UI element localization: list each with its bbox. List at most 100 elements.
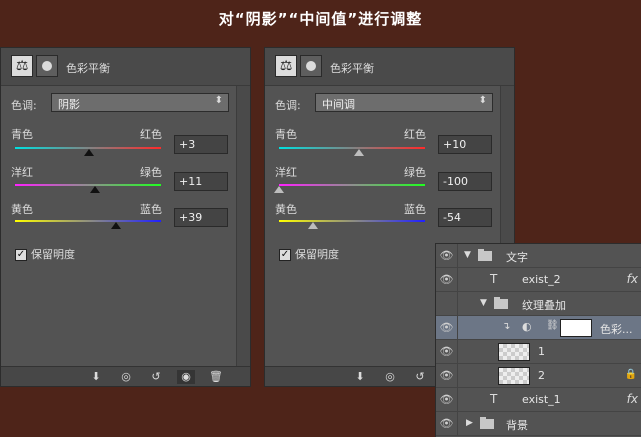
layer-name: exist_2 (522, 273, 561, 286)
slider-label-red: 红色 (404, 128, 426, 141)
layer-row-2[interactable]: 👁 2 🔒 (436, 364, 641, 388)
slider-label-green: 绿色 (140, 166, 162, 179)
layer-row-exist-1[interactable]: 👁 T exist_1 fx (436, 388, 641, 412)
text-layer-icon: T (490, 272, 498, 286)
balance-scale-icon[interactable]: ⚖ (275, 55, 297, 77)
clip-to-layer-button[interactable]: ⬇ (87, 370, 105, 384)
slider-label-cyan: 青色 (275, 128, 297, 141)
slider-label-red: 红色 (140, 128, 162, 141)
cyan-red-slider-knob[interactable] (84, 149, 95, 156)
eye-icon[interactable]: 👁 (436, 316, 458, 340)
tone-select[interactable]: 中间调 ⬍ (315, 93, 493, 112)
tone-label: 色调: (11, 99, 37, 112)
magenta-green-slider-track[interactable] (15, 184, 161, 186)
layer-name: 文字 (506, 251, 528, 264)
select-arrows-icon: ⬍ (214, 95, 223, 106)
folder-icon (478, 249, 492, 261)
slider-label-cyan: 青色 (11, 128, 33, 141)
preserve-luminosity-label: 保留明度 (31, 248, 75, 261)
mask-thumbnail[interactable] (560, 319, 592, 337)
clip-arrow-icon: ↴ (502, 321, 511, 332)
clip-to-layer-button[interactable]: ⬇ (351, 370, 369, 384)
view-previous-state-button[interactable]: ◎ (117, 370, 135, 384)
preserve-luminosity-label: 保留明度 (295, 248, 339, 261)
delete-button[interactable]: 🗑 (207, 370, 225, 384)
reset-button[interactable]: ↺ (147, 370, 165, 384)
folder-icon (494, 297, 508, 309)
layer-name: 纹理叠加 (522, 299, 566, 312)
expand-arrow-icon[interactable]: ▼ (480, 298, 487, 308)
magenta-green-value-input[interactable]: +11 (174, 172, 228, 191)
layer-row-group-text[interactable]: 👁 ▼ 文字 (436, 244, 641, 268)
tone-select-value: 中间调 (322, 98, 355, 111)
color-balance-panel-shadows: ⚖ 色彩平衡 色调: 阴影 ⬍ 青色 红色 +3 洋红 绿色 +11 黄色 蓝色… (0, 47, 251, 387)
layer-thumbnail[interactable] (498, 343, 530, 361)
magenta-green-slider-track[interactable] (279, 184, 425, 186)
lock-icon: 🔒 (624, 369, 637, 380)
effects-icon[interactable]: fx (627, 272, 638, 286)
yellow-blue-slider-knob[interactable] (110, 222, 121, 229)
checkmark-icon: ✓ (15, 249, 27, 261)
layer-row-exist-2[interactable]: 👁 T exist_2 fx (436, 268, 641, 292)
slider-label-green: 绿色 (404, 166, 426, 179)
tone-select[interactable]: 阴影 ⬍ (51, 93, 229, 112)
magenta-green-slider-knob[interactable] (90, 186, 101, 193)
yellow-blue-value-input[interactable]: -54 (438, 208, 492, 227)
banner-title: 对“阴影”“中间值”进行调整 (218, 10, 423, 28)
layer-row-1[interactable]: 👁 1 (436, 340, 641, 364)
layer-name: 1 (538, 345, 545, 358)
expand-arrow-icon[interactable]: ▼ (464, 250, 471, 260)
reset-button[interactable]: ↺ (411, 370, 429, 384)
balance-scale-icon[interactable]: ⚖ (11, 55, 33, 77)
slider-label-blue: 蓝色 (140, 203, 162, 216)
checkmark-icon: ✓ (279, 249, 291, 261)
eye-icon[interactable]: 👁 (436, 412, 458, 436)
yellow-blue-slider-track[interactable] (15, 220, 161, 222)
collapse-arrow-icon[interactable]: ▶ (466, 418, 473, 428)
visibility-toggle-button[interactable]: ◉ (177, 370, 195, 384)
panel-scrollbar[interactable] (236, 86, 250, 366)
layer-row-group-background[interactable]: 👁 ▶ 背景 (436, 412, 641, 436)
cyan-red-slider-track[interactable] (279, 147, 425, 149)
eye-icon[interactable]: 👁 (436, 340, 458, 364)
layers-panel: 👁 ▼ 文字 👁 T exist_2 fx ▼ 纹理叠加 👁 ↴ ◐ ⛓ 色彩.… (435, 243, 641, 437)
preserve-luminosity-checkbox[interactable]: ✓ 保留明度 (15, 246, 75, 262)
select-arrows-icon: ⬍ (478, 95, 487, 106)
yellow-blue-slider-track[interactable] (279, 220, 425, 222)
layer-name: 2 (538, 369, 545, 382)
yellow-blue-value-input[interactable]: +39 (174, 208, 228, 227)
panel-title: 色彩平衡 (66, 62, 110, 75)
adjustment-layer-icon: ◐ (522, 320, 532, 333)
layer-mask-icon[interactable] (300, 55, 322, 77)
magenta-green-slider-knob[interactable] (274, 186, 284, 193)
cyan-red-value-input[interactable]: +3 (174, 135, 228, 154)
yellow-blue-slider-knob[interactable] (307, 222, 318, 229)
panel-title: 色彩平衡 (330, 62, 374, 75)
layer-mask-icon[interactable] (36, 55, 58, 77)
cyan-red-value-input[interactable]: +10 (438, 135, 492, 154)
layer-row-color-balance[interactable]: 👁 ↴ ◐ ⛓ 色彩... (436, 316, 641, 340)
layer-name: 背景 (506, 419, 528, 432)
cyan-red-slider-knob[interactable] (354, 149, 365, 156)
effects-icon[interactable]: fx (627, 392, 638, 406)
layer-name: 色彩... (600, 323, 633, 336)
panel-bottom-toolbar: ⬇ ◎ ↺ ◉ 🗑 (1, 366, 250, 386)
slider-label-magenta: 洋红 (275, 166, 297, 179)
magenta-green-value-input[interactable]: -100 (438, 172, 492, 191)
eye-icon[interactable]: 👁 (436, 268, 458, 292)
eye-icon[interactable]: 👁 (436, 244, 458, 268)
layer-row-group-texture[interactable]: ▼ 纹理叠加 (436, 292, 641, 316)
layer-thumbnail[interactable] (498, 367, 530, 385)
eye-icon[interactable]: 👁 (436, 388, 458, 412)
eye-icon[interactable] (436, 292, 458, 316)
preserve-luminosity-checkbox[interactable]: ✓ 保留明度 (279, 246, 339, 262)
eye-icon[interactable]: 👁 (436, 364, 458, 388)
text-layer-icon: T (490, 392, 498, 406)
layer-name: exist_1 (522, 393, 561, 406)
folder-icon (480, 417, 494, 429)
tone-label: 色调: (275, 99, 301, 112)
chain-link-icon[interactable]: ⛓ (546, 320, 559, 331)
slider-label-blue: 蓝色 (404, 203, 426, 216)
tone-select-value: 阴影 (58, 98, 80, 111)
view-previous-state-button[interactable]: ◎ (381, 370, 399, 384)
